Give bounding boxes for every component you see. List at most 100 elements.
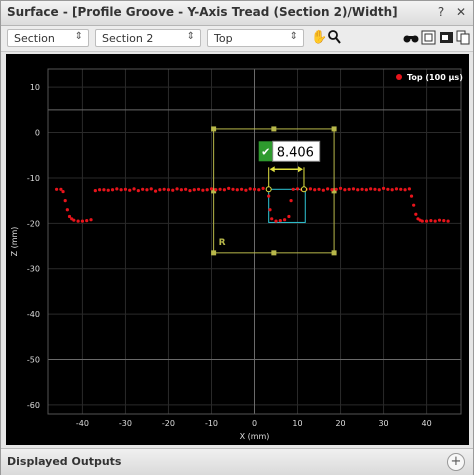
- data-point: [446, 219, 450, 223]
- data-point: [429, 219, 433, 223]
- data-point: [343, 188, 347, 192]
- data-point: [364, 188, 368, 192]
- data-point: [162, 187, 166, 191]
- add-output-icon[interactable]: +: [447, 453, 465, 471]
- data-point: [110, 188, 115, 192]
- data-point: [158, 188, 162, 192]
- data-point: [115, 187, 119, 191]
- displayed-outputs-label: Displayed Outputs: [7, 455, 122, 468]
- data-point: [295, 187, 300, 191]
- toolbar: Section ⇕ Section 2 ⇕ Top ⇕ ✋: [1, 26, 473, 52]
- source-dropdown[interactable]: Section ⇕: [7, 29, 89, 47]
- data-point: [80, 219, 85, 223]
- data-point: [356, 188, 360, 192]
- zoom-icon[interactable]: [327, 30, 341, 46]
- data-point: [261, 186, 265, 190]
- section-dropdown-value: Section 2: [102, 32, 154, 45]
- data-point: [205, 188, 209, 192]
- measure-marker-right[interactable]: [300, 186, 307, 193]
- region-label: R: [219, 238, 226, 248]
- data-point: [351, 187, 356, 191]
- data-point: [326, 187, 330, 191]
- data-point: [184, 187, 188, 191]
- surface-window: Surface - [Profile Groove - Y-Axis Tread…: [0, 0, 474, 475]
- data-point: [268, 208, 272, 212]
- data-point: [214, 188, 218, 192]
- data-point: [227, 186, 231, 190]
- x-axis-label: X (mm): [240, 432, 270, 441]
- close-icon[interactable]: ✕: [453, 4, 469, 20]
- data-point: [179, 188, 183, 192]
- x-tick-label: -10: [205, 419, 218, 428]
- data-point: [175, 187, 179, 191]
- region-handle[interactable]: [331, 126, 337, 132]
- data-point: [98, 188, 102, 192]
- data-point: [222, 188, 226, 192]
- data-point: [85, 219, 89, 223]
- source-dropdown-value: Section: [14, 32, 55, 45]
- region-handle[interactable]: [271, 126, 277, 132]
- x-tick-label: 30: [378, 419, 388, 428]
- data-point: [89, 218, 93, 222]
- data-point: [283, 218, 287, 222]
- data-point: [270, 217, 274, 221]
- section-dropdown[interactable]: Section 2 ⇕: [95, 29, 201, 47]
- measure-marker-left[interactable]: [265, 186, 272, 193]
- copy-icon[interactable]: [456, 30, 470, 46]
- y-tick-label: 0: [35, 129, 40, 138]
- data-point: [424, 219, 429, 223]
- profile-chart-svg[interactable]: -40 -30 -20 -10 0 10 20 30 40 10 0 -10 -20 -30 -40 -50 -…: [6, 54, 469, 445]
- data-point: [330, 188, 334, 192]
- data-point: [55, 187, 59, 191]
- y-tick-label: -50: [27, 356, 40, 365]
- displayed-outputs-panel[interactable]: Displayed Outputs +: [1, 448, 473, 475]
- data-point: [65, 208, 69, 212]
- data-point: [244, 188, 248, 192]
- region-handle[interactable]: [331, 250, 337, 256]
- x-tick-label: 10: [292, 419, 302, 428]
- snapshot-icon[interactable]: [439, 30, 454, 46]
- data-point: [93, 189, 97, 193]
- view-dropdown[interactable]: Top ⇕: [207, 29, 304, 47]
- data-point: [317, 187, 321, 191]
- region-handle[interactable]: [271, 250, 277, 256]
- data-point: [373, 187, 377, 191]
- data-point: [442, 219, 446, 223]
- region-handle[interactable]: [211, 250, 217, 256]
- data-point: [377, 188, 381, 192]
- title-bar: Surface - [Profile Groove - Y-Axis Tread…: [1, 1, 473, 26]
- hand-pan-icon[interactable]: ✋: [311, 30, 327, 46]
- y-tick-label: -40: [27, 310, 40, 319]
- profile-plot[interactable]: -40 -30 -20 -10 0 10 20 30 40 10 0 -10 -20 -30 -40 -50 -…: [6, 54, 469, 445]
- binoculars-icon[interactable]: [403, 30, 419, 46]
- data-point: [149, 187, 153, 191]
- help-icon[interactable]: ?: [433, 4, 449, 20]
- data-point: [347, 187, 351, 191]
- x-tick-label: -40: [76, 419, 89, 428]
- data-point: [409, 194, 414, 198]
- y-axis-label: Z (mm): [10, 227, 19, 257]
- data-point: [278, 219, 282, 223]
- y-tick-label: -20: [27, 219, 40, 228]
- data-point: [287, 214, 291, 219]
- data-point: [102, 188, 106, 192]
- data-point: [128, 188, 132, 192]
- data-point: [235, 188, 239, 192]
- x-tick-label: 0: [252, 419, 257, 428]
- data-point: [192, 188, 196, 192]
- data-point: [63, 199, 67, 203]
- fit-view-icon[interactable]: [421, 30, 436, 46]
- data-point: [437, 218, 442, 222]
- data-point: [313, 188, 317, 192]
- data-point: [218, 187, 222, 191]
- data-point: [188, 189, 192, 193]
- data-point: [386, 187, 390, 191]
- x-tick-label: -30: [119, 419, 132, 428]
- y-tick-label: -30: [27, 265, 40, 274]
- data-point: [231, 187, 235, 191]
- data-point: [338, 186, 343, 190]
- data-point: [201, 188, 205, 192]
- data-point: [394, 187, 399, 191]
- region-handle[interactable]: [211, 126, 217, 132]
- data-point: [360, 187, 364, 191]
